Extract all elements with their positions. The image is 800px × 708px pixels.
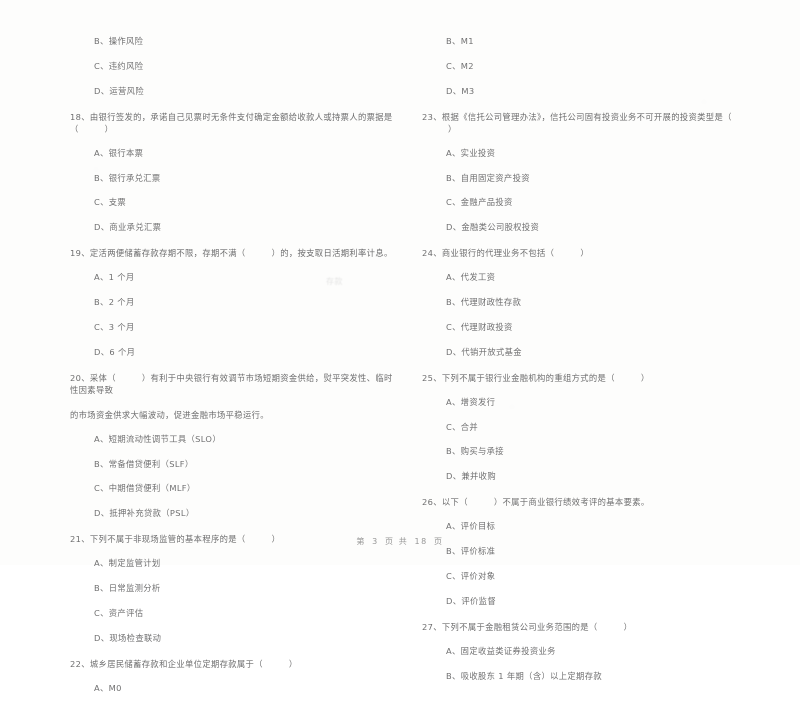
- question-stem: 24、商业银行的代理业务不包括（ ）: [422, 247, 752, 259]
- option-item: A、制定监管计划: [94, 558, 161, 569]
- question-number: 19、: [70, 248, 90, 259]
- question-text-end: ）的，按支取日活期利率计息。: [271, 248, 393, 259]
- exam-page: B、操作风险 C、违约风险 D、运营风险 18、由银行签发的，承诺自己见票时无条…: [0, 0, 800, 693]
- option-item: B、购买与承接: [446, 446, 504, 457]
- question-number: 18、: [70, 111, 90, 122]
- question-text-end: ）: [448, 123, 457, 134]
- question-number: 27、: [422, 621, 442, 632]
- option-item: A、增资发行: [446, 396, 496, 407]
- question-number: 24、: [422, 248, 442, 259]
- option-item: B、2 个月: [94, 297, 135, 308]
- option-item: D、6 个月: [94, 346, 136, 357]
- question-text-end: ）: [104, 123, 114, 134]
- option-item: A、银行本票: [94, 147, 144, 158]
- option-item: D、兼并收购: [446, 471, 496, 482]
- question-stem: 19、定活两便储蓄存款存期不限，存期不满（ ）的，按支取日活期利率计息。: [70, 247, 400, 259]
- question-text-end: ）: [623, 621, 633, 632]
- question-text: 下列不属于银行业金融机构的重组方式的是（: [441, 372, 615, 383]
- option-item: D、评价监督: [446, 595, 496, 606]
- footer-prefix: 第: [356, 537, 366, 546]
- question-text: 商业银行的代理业务不包括（: [441, 248, 555, 259]
- option-item: A、1 个月: [94, 272, 135, 283]
- question-text-end: ）有利于中央银行有效调节市场短期资金供给，熨平突发性、临时性因素导致: [70, 372, 393, 395]
- option-item: A、短期流动性调节工具（SLO）: [94, 433, 221, 444]
- option-item: A、M0: [94, 682, 122, 693]
- option-item: D、现场检查联动: [94, 632, 162, 643]
- question-stem: 23、根据《信托公司管理办法》，信托公司固有投资业务不可开展的投资类型是（）: [422, 111, 752, 135]
- option-item: C、中期借贷便利（MLF）: [94, 483, 196, 494]
- page-footer: 第 3 页 共 18 页: [0, 536, 800, 547]
- question-stem: 18、由银行签发的，承诺自己见票时无条件支付确定金额给收款人或持票人的票据是（）: [70, 111, 400, 135]
- question-text: 城乡居民储蓄存款和企业单位定期存款属于（: [89, 658, 263, 669]
- option-item: D、代销开放式基金: [446, 346, 522, 357]
- option-item: C、3 个月: [94, 321, 135, 332]
- question-text: 采体（: [89, 372, 116, 383]
- option-item: C、支票: [94, 197, 127, 208]
- option-item: C、代理财政投资: [446, 321, 513, 332]
- question-number: 22、: [70, 658, 90, 669]
- option-item: A、代发工资: [446, 272, 496, 283]
- option-item: B、常备借贷便利（SLF）: [94, 458, 194, 469]
- option-item: C、资产评估: [94, 607, 144, 618]
- option-item: B、银行承兑汇票: [94, 172, 161, 183]
- option-item: B、评价标准: [446, 546, 496, 557]
- option-item: D、抵押补充贷款（PSL）: [94, 508, 195, 519]
- option-item: C、金融产品投资: [446, 197, 513, 208]
- option-item: B、日常监测分析: [94, 583, 161, 594]
- footer-total-pages: 18: [414, 537, 428, 546]
- option-item: A、实业投资: [446, 147, 496, 158]
- left-column: B、操作风险 C、违约风险 D、运营风险 18、由银行签发的，承诺自己见票时无条…: [70, 36, 400, 708]
- option-item: C、M2: [446, 60, 474, 71]
- question-stem: 22、城乡居民储蓄存款和企业单位定期存款属于（ ）: [70, 658, 400, 670]
- question-number: 26、: [422, 497, 442, 508]
- footer-middle: 页 共: [384, 537, 409, 546]
- option-item: C、合并: [446, 421, 479, 432]
- option-item: B、代理财政性存款: [446, 297, 522, 308]
- option-item: B、M1: [446, 36, 474, 46]
- option-item: B、吸收股东 1 年期（含）以上定期存款: [446, 670, 602, 681]
- question-stem-line2: 的市场资金供求大幅波动，促进金融市场平稳运行。: [70, 409, 269, 420]
- two-column-layout: B、操作风险 C、违约风险 D、运营风险 18、由银行签发的，承诺自己见票时无条…: [70, 36, 742, 708]
- option-item: A、固定收益类证券投资业务: [446, 645, 556, 656]
- question-text-end: ）: [288, 658, 298, 669]
- option-item: D、M3: [446, 85, 475, 96]
- question-stem: 20、采体（ ）有利于中央银行有效调节市场短期资金供给，熨平突发性、临时性因素导致: [70, 372, 400, 396]
- question-text-end: ）: [580, 248, 589, 259]
- question-text: 由银行签发的，承诺自己见票时无条件支付确定金额给收款人或持票人的票据是（: [70, 111, 393, 134]
- question-text: 以下（: [441, 497, 468, 508]
- question-stem: 26、以下（ ）不属于商业银行绩效考评的基本要素。: [422, 496, 752, 508]
- question-text: 定活两便储蓄存款存期不限，存期不满（: [89, 248, 246, 259]
- right-column: B、M1 C、M2 D、M3 23、根据《信托公司管理办法》，信托公司固有投资业…: [422, 36, 752, 695]
- scan-bleed-artifact: 存款: [326, 277, 343, 286]
- question-number: 25、: [422, 372, 442, 383]
- option-item: D、商业承兑汇票: [94, 222, 162, 233]
- option-item: D、金融类公司股权投资: [446, 222, 540, 233]
- question-stem: 25、下列不属于银行业金融机构的重组方式的是（ ）: [422, 372, 752, 384]
- question-number: 23、: [422, 111, 442, 122]
- question-text-end: ）不属于商业银行绩效考评的基本要素。: [493, 497, 650, 508]
- option-item: C、评价对象: [446, 570, 496, 581]
- question-stem: 27、下列不属于金融租赁公司业务范围的是（ ）: [422, 621, 752, 633]
- option-item: D、运营风险: [94, 85, 144, 96]
- footer-page-number: 3: [372, 537, 379, 546]
- question-text: 根据《信托公司管理办法》，信托公司固有投资业务不可开展的投资类型是（: [441, 111, 732, 122]
- option-item: C、违约风险: [94, 60, 144, 71]
- option-item: B、自用固定资产投资: [446, 172, 530, 183]
- question-number: 20、: [70, 372, 90, 383]
- question-text-end: ）: [640, 372, 650, 383]
- footer-suffix: 页: [434, 537, 444, 546]
- question-text: 下列不属于金融租赁公司业务范围的是（: [441, 621, 598, 632]
- option-item: A、评价目标: [446, 521, 496, 532]
- option-item: B、操作风险: [94, 36, 144, 46]
